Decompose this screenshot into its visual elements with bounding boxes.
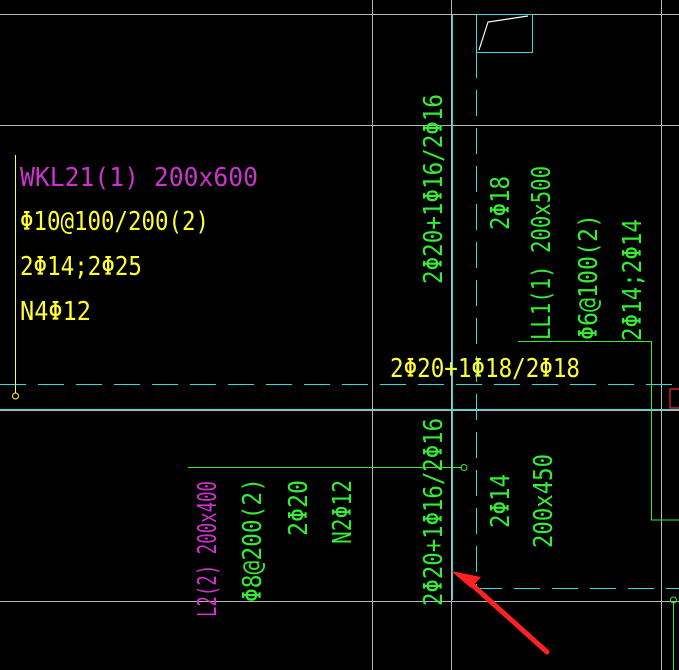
- vertical-beam-size-lower-label: 200x450: [529, 454, 559, 548]
- l2-side-bar-label: N2Φ12: [328, 480, 358, 544]
- wkl21-name-label: WKL21(1) 200x600: [20, 163, 258, 193]
- l2-longitudinal-label: 2Φ20: [284, 480, 314, 536]
- vertical-beam-bottom-bar-upper-label: 2Φ20+1Φ16/2Φ16: [419, 94, 449, 284]
- horizontal-beam-top-bar-label: 2Φ20+1Φ18/2Φ18: [390, 354, 580, 384]
- l2-name-label: L2(2) 200x400: [193, 481, 223, 617]
- cad-drawing-canvas: WKL21(1) 200x600 Φ10@100/200(2) 2Φ14;2Φ2…: [0, 0, 679, 670]
- l2-stirrup-label: Φ8@200(2): [238, 478, 268, 602]
- wkl21-longitudinal-label: 2Φ14;2Φ25: [20, 252, 142, 282]
- ll1-stirrup-label: Φ6@100(2): [574, 214, 604, 340]
- ll1-longitudinal-label: 2Φ14;2Φ14: [618, 219, 648, 341]
- wkl21-side-bar-label: N4Φ12: [20, 297, 91, 327]
- ll1-name-label: LL1(1) 200x500: [527, 166, 557, 340]
- vertical-beam-bar-upper-label: 2Φ18: [486, 176, 516, 230]
- vertical-beam-bar-lower-label: 2Φ14: [486, 474, 516, 528]
- wkl21-stirrup-label: Φ10@100/200(2): [20, 207, 209, 237]
- vertical-beam-bottom-bar-lower-label: 2Φ20+1Φ16/2Φ16: [419, 418, 449, 606]
